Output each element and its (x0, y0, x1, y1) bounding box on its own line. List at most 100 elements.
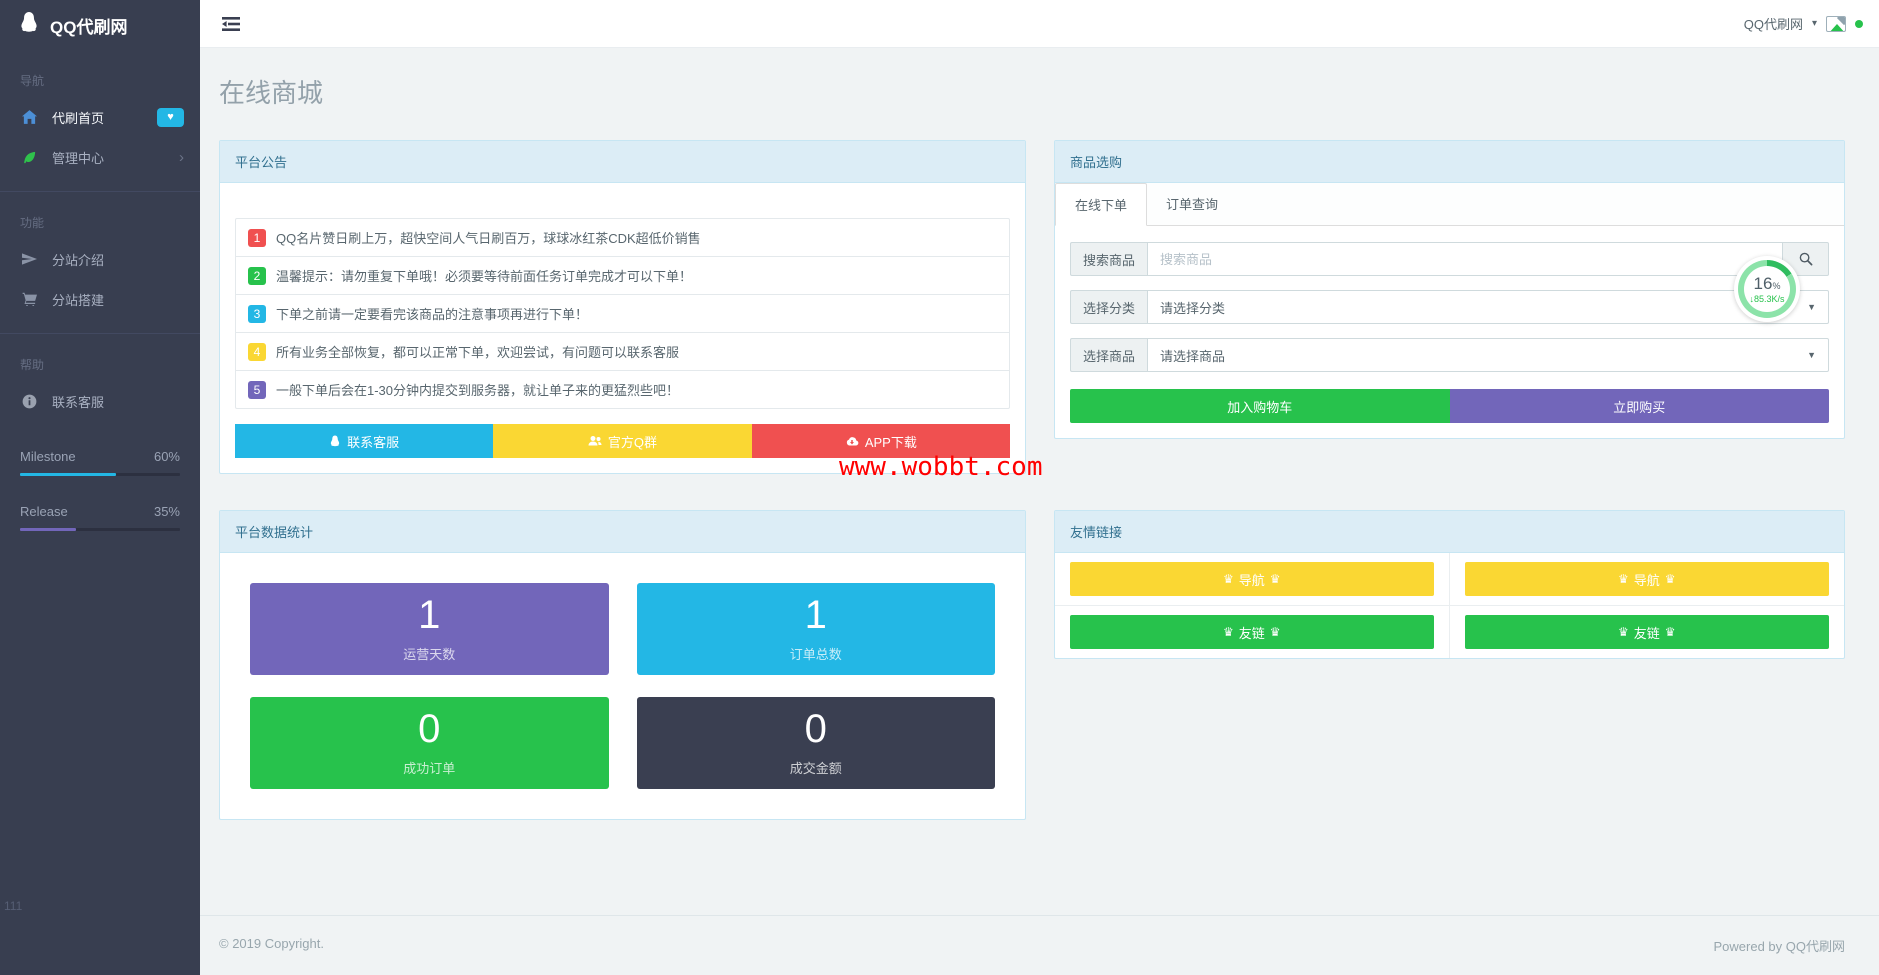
panel-title: 平台公告 (220, 141, 1025, 183)
product-select-value: 请选择商品 (1160, 348, 1226, 364)
sidebar-item-label: 分站介绍 (52, 252, 105, 268)
stat-label: 成交金额 (789, 761, 842, 776)
progress-label: Milestone (20, 449, 76, 464)
link-label: 导航 (1633, 572, 1660, 588)
link-label: 导航 (1238, 572, 1265, 588)
crown-icon: ♛ (1269, 572, 1281, 586)
announcement-text: QQ名片赞日刷上万，超快空间人气日刷百万，球球冰红茶CDK超低价销售 (276, 231, 701, 246)
category-select-value: 请选择分类 (1160, 300, 1226, 316)
friend-link-button[interactable]: ♛ 友链 ♛ (1464, 615, 1829, 649)
qq-penguin-icon (329, 435, 341, 448)
search-product-row: 搜索商品 (1070, 242, 1829, 276)
stat-value: 1 (804, 593, 827, 637)
select-product-row: 选择商品 请选择商品 ▼ (1070, 338, 1829, 372)
select-caret-icon: ▼ (1807, 302, 1816, 312)
download-speed-gauge: 16% ↓85.3K/s (1734, 256, 1800, 322)
stat-card-transaction-amount: 0 成交金额 (636, 697, 995, 789)
sidebar-item-substation-intro[interactable]: 分站介绍 (0, 239, 200, 279)
nav-link-button[interactable]: ♛ 导航 ♛ (1070, 562, 1434, 596)
list-item: 5 一般下单后会在1-30分钟内提交到服务器，就让单子来的更猛烈些吧！ (236, 371, 1009, 408)
crown-icon: ♛ (1617, 572, 1629, 586)
crown-icon: ♛ (1664, 625, 1676, 639)
nav-link-button[interactable]: ♛ 导航 ♛ (1464, 562, 1829, 596)
chevron-right-icon: › (179, 148, 184, 166)
sidebar-footnote: 111 (4, 899, 23, 913)
sidebar-item-home[interactable]: 代刷首页 ♥ (0, 97, 200, 137)
qq-penguin-logo-icon (18, 11, 40, 40)
tab-online-order[interactable]: 在线下单 (1055, 183, 1148, 226)
progress-value: 35% (153, 504, 180, 519)
stats-panel: 平台数据统计 1 运营天数 1 订单总数 0 成功订单 0 成交金额 (219, 510, 1026, 820)
link-cell: ♛ 导航 ♛ (1449, 553, 1844, 606)
official-qq-group-button[interactable]: 官方Q群 (493, 424, 752, 458)
progress-release: Release 35% (0, 504, 200, 531)
user-menu[interactable]: QQ代刷网 (1744, 14, 1803, 33)
sidebar-section-label-features: 功能 (20, 216, 45, 230)
sidebar-toggle-button[interactable] (222, 16, 240, 31)
heart-badge: ♥ (157, 107, 184, 127)
stat-label: 订单总数 (789, 647, 842, 662)
category-select[interactable]: 请选择分类 ▼ (1147, 290, 1829, 324)
select-category-row: 选择分类 请选择分类 ▼ (1070, 290, 1829, 324)
button-label: APP下载 (864, 434, 917, 450)
tab-order-query[interactable]: 订单查询 (1147, 183, 1237, 225)
add-to-cart-button[interactable]: 加入购物车 (1070, 389, 1450, 423)
list-item: 3 下单之前请一定要看完该商品的注意事项再进行下单！ (236, 295, 1009, 333)
brand[interactable]: QQ代刷网 (0, 0, 200, 50)
select-category-label: 选择分类 (1070, 290, 1148, 324)
stat-card-operating-days: 1 运营天数 (250, 583, 609, 675)
caret-down-icon: ▾ (1811, 18, 1817, 29)
announcement-text: 所有业务全部恢复，都可以正常下单，欢迎尝试，有问题可以联系客服 (276, 345, 680, 360)
users-icon (588, 435, 602, 447)
crown-icon: ♛ (1269, 625, 1281, 639)
stat-card-successful-orders: 0 成功订单 (250, 697, 609, 789)
friend-link-button[interactable]: ♛ 友链 ♛ (1070, 615, 1434, 649)
link-cell: ♛ 导航 ♛ (1055, 553, 1450, 606)
list-item: 2 温馨提示：请勿重复下单哦！必须要等待前面任务订单完成才可以下单！ (236, 257, 1009, 295)
leaf-icon (20, 150, 38, 165)
progress-label: Release (20, 504, 68, 519)
sidebar-item-substation-build[interactable]: 分站搭建 (0, 279, 200, 319)
link-label: 友链 (1633, 625, 1660, 641)
announcement-list: 1 QQ名片赞日刷上万，超快空间人气日刷百万，球球冰红茶CDK超低价销售 2 温… (235, 218, 1010, 409)
stat-label: 运营天数 (403, 647, 456, 662)
sidebar-item-label: 联系客服 (52, 394, 105, 410)
broken-avatar-icon[interactable] (1826, 15, 1846, 32)
sidebar-item-admin-center[interactable]: 管理中心 › (0, 137, 200, 177)
crown-icon: ♛ (1222, 625, 1234, 639)
cloud-download-icon (845, 436, 859, 447)
powered-by-text: Powered by QQ代刷网 (1713, 939, 1846, 954)
button-label: 联系客服 (347, 434, 400, 450)
link-label: 友链 (1238, 625, 1265, 641)
item-number-badge: 5 (248, 380, 266, 399)
buy-now-button[interactable]: 立即购买 (1449, 389, 1829, 423)
sidebar-section-label-nav: 导航 (20, 74, 45, 88)
search-icon (1799, 252, 1813, 266)
search-product-input[interactable] (1147, 242, 1783, 276)
link-cell: ♛ 友链 ♛ (1055, 606, 1450, 658)
product-select[interactable]: 请选择商品 ▼ (1147, 338, 1829, 372)
sidebar-section-label-help: 帮助 (20, 358, 45, 372)
stat-value: 0 (804, 707, 827, 751)
sidebar: QQ代刷网 导航 代刷首页 ♥ 管理中心 › 功能 分站介绍 分站搭建 帮助 联… (0, 0, 200, 975)
sidebar-item-label: 代刷首页 (52, 110, 105, 126)
shop-tabs: 在线下单 订单查询 (1055, 183, 1844, 226)
progress-milestone: Milestone 60% (0, 449, 200, 476)
progress-fill (20, 528, 76, 531)
copyright-text: © 2019 Copyright. (219, 936, 324, 951)
heart-icon: ♥ (167, 110, 174, 123)
contact-support-button[interactable]: 联系客服 (235, 424, 494, 458)
list-item: 1 QQ名片赞日刷上万，超快空间人气日刷百万，球球冰红茶CDK超低价销售 (236, 219, 1009, 257)
crown-icon: ♛ (1222, 572, 1234, 586)
sidebar-item-label: 管理中心 (52, 150, 105, 166)
shop-panel: 商品选购 在线下单 订单查询 16% ↓85.3K/s 搜索商品 搜索商品 选择… (1054, 140, 1845, 439)
footer: © 2019 Copyright. Powered by QQ代刷网 (200, 915, 1879, 975)
item-number-badge: 4 (248, 342, 266, 361)
crown-icon: ♛ (1617, 625, 1629, 639)
select-caret-icon: ▼ (1807, 350, 1816, 360)
brand-title: QQ代刷网 (50, 17, 128, 37)
progress-fill (20, 473, 116, 476)
gauge-ring: 16% ↓85.3K/s (1738, 260, 1796, 318)
sidebar-item-contact-support[interactable]: 联系客服 (0, 381, 200, 421)
announcement-text: 温馨提示：请勿重复下单哦！必须要等待前面任务订单完成才可以下单！ (276, 269, 693, 284)
